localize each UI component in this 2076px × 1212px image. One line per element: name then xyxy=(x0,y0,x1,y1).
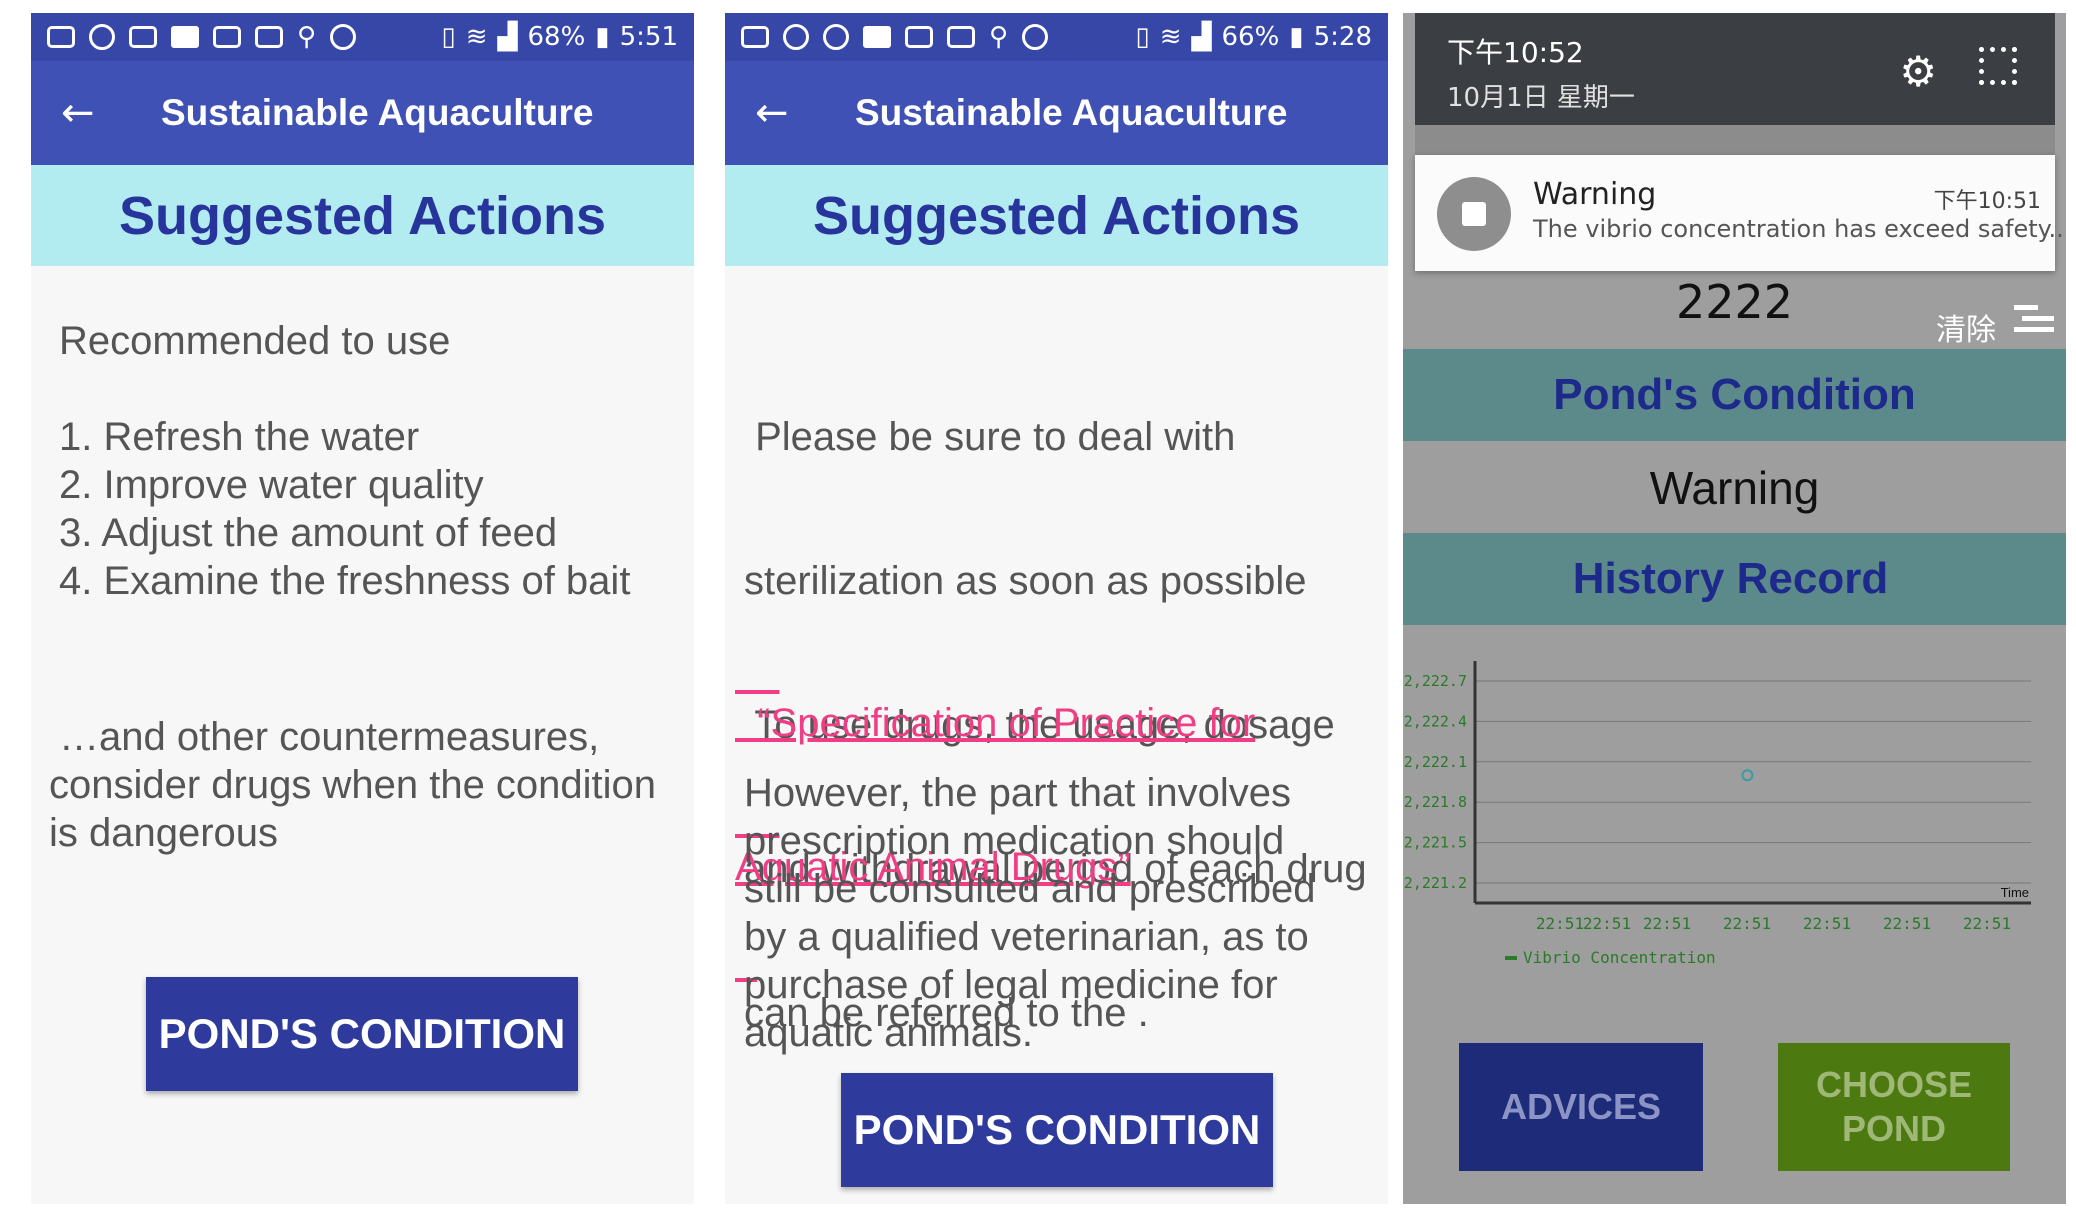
wifi-icon: ≋ xyxy=(1159,22,1182,52)
back-arrow-icon[interactable]: ← xyxy=(61,90,161,136)
list-item: 2. Improve water quality xyxy=(59,463,484,507)
chart-svg: 2,222.7 2,222.4 2,222.1 2,221.8 2,221.5 2,221… xyxy=(1404,661,2031,967)
signal-icon: ▟ xyxy=(497,22,518,52)
x-tick-label: 22:51 xyxy=(1583,914,1631,933)
choose-pond-label-line1: CHOOSE xyxy=(1815,1064,1973,1105)
code-icon xyxy=(947,26,975,48)
notification-shade-header: 下午10:52 10月1日 星期一 ⚙ xyxy=(1415,13,2055,125)
notification-time: 下午10:51 xyxy=(1933,189,2041,214)
x-tick-label: 22:51 xyxy=(1803,914,1851,933)
screen-suggested-actions-2: ⚲ ▯ ≋ ▟ 66% ▮ 5:28 ← Sustainable Aquacul… xyxy=(725,13,1388,1204)
clear-button[interactable]: 清除 xyxy=(1936,305,1996,349)
clock: 5:28 xyxy=(1313,22,1372,52)
x-axis-label: Time xyxy=(2001,885,2029,900)
app-bar: ← Sustainable Aquaculture xyxy=(725,61,1388,165)
ponds-condition-button[interactable]: POND'S CONDITION xyxy=(146,977,578,1091)
app-bar: ← Sustainable Aquaculture xyxy=(31,61,694,165)
vibrate-icon: ▯ xyxy=(1135,22,1150,52)
line-icon xyxy=(783,24,809,50)
square-icon xyxy=(171,26,199,48)
choose-pond-label-line2: POND xyxy=(1841,1108,1946,1149)
x-tick-label: 22:51 xyxy=(1963,914,2011,933)
history-chart: 2,222.7 2,222.4 2,222.1 2,221.8 2,221.5 2,221… xyxy=(1403,641,2066,1016)
battery-percent: 68% xyxy=(527,22,586,52)
clear-all-icon[interactable] xyxy=(2014,305,2054,338)
app-title: Sustainable Aquaculture xyxy=(855,92,1288,133)
section-banner: Suggested Actions xyxy=(31,165,694,266)
line-icon xyxy=(89,24,115,50)
vibrate-icon: ▯ xyxy=(441,22,456,52)
app-title: Sustainable Aquaculture xyxy=(161,92,594,133)
gear-icon[interactable]: ⚙ xyxy=(1899,47,1937,96)
battery-percent: 66% xyxy=(1221,22,1280,52)
data-point xyxy=(1741,769,1754,782)
legend-label: Vibrio Concentration xyxy=(1523,948,1716,967)
choose-pond-button[interactable]: CHOOSE POND xyxy=(1778,1043,2010,1171)
notification-title: Warning xyxy=(1533,177,1657,212)
image-icon xyxy=(129,26,157,48)
messenger-icon xyxy=(823,24,849,50)
chat-icon xyxy=(741,26,769,48)
x-tick-label: 22:51 xyxy=(1883,914,1931,933)
stop-icon xyxy=(1437,177,1511,251)
ponds-condition-button[interactable]: POND'S CONDITION xyxy=(841,1073,1273,1187)
code-icon xyxy=(213,26,241,48)
x-tick-label: 22:51 xyxy=(1536,914,1584,933)
history-record-header: History Record xyxy=(1403,533,2066,625)
usb-icon: ⚲ xyxy=(297,22,317,52)
wifi-icon: ≋ xyxy=(465,22,488,52)
warning-notification[interactable]: Warning 下午10:51 The vibrio concentration… xyxy=(1415,155,2064,271)
legend-swatch xyxy=(1505,956,1517,960)
y-tick-label: 2,222.1 xyxy=(1404,753,1467,771)
outro-text: …and other countermeasures, consider dru… xyxy=(49,715,657,855)
chrome-icon xyxy=(330,24,357,50)
screen-suggested-actions-1: ⚲ ▯ ≋ ▟ 68% ▮ 5:51 ← Sustainable Aquacul… xyxy=(31,13,694,1204)
square-icon xyxy=(863,26,891,48)
status-bar: ⚲ ▯ ≋ ▟ 68% ▮ 5:51 xyxy=(31,13,694,61)
clock: 5:51 xyxy=(619,22,678,52)
x-tick-label: 22:51 xyxy=(1643,914,1691,933)
chrome-icon xyxy=(1022,24,1049,50)
veterinarian-text: However, the part that involves prescrip… xyxy=(744,771,1316,1055)
y-tick-label: 2,221.5 xyxy=(1404,834,1467,852)
code-icon xyxy=(255,26,283,48)
chat-icon xyxy=(47,26,75,48)
list-item: 1. Refresh the water xyxy=(59,415,420,459)
status-bar: ⚲ ▯ ≋ ▟ 66% ▮ 5:28 xyxy=(725,13,1388,61)
intro-line: Recommended to use xyxy=(59,319,451,363)
list-item: 4. Examine the freshness of bait xyxy=(59,559,631,603)
quick-settings-icon[interactable] xyxy=(1979,47,2017,85)
y-tick-label: 2,221.2 xyxy=(1404,874,1467,892)
shade-gap xyxy=(1415,125,2055,155)
y-tick-label: 2,222.7 xyxy=(1404,672,1467,690)
back-arrow-icon[interactable]: ← xyxy=(755,90,855,136)
battery-icon: ▮ xyxy=(595,22,610,52)
section-banner: Suggested Actions xyxy=(725,165,1388,266)
notification-message: The vibrio concentration has exceed safe… xyxy=(1533,215,2064,243)
x-tick-label: 22:51 xyxy=(1723,914,1771,933)
condition-status: Warning xyxy=(1649,462,1820,514)
y-tick-label: 2,222.4 xyxy=(1404,712,1467,730)
code-icon xyxy=(905,26,933,48)
list-item: 3. Adjust the amount of feed xyxy=(59,511,558,555)
ponds-condition-header: Pond's Condition xyxy=(1403,349,2066,441)
recommendation-text: Recommended to use 1. Refresh the water … xyxy=(59,317,630,605)
usb-icon: ⚲ xyxy=(989,22,1009,52)
advices-button[interactable]: ADVICES xyxy=(1459,1043,1703,1171)
y-tick-label: 2,221.8 xyxy=(1404,793,1467,811)
screen-pond-condition: 下午10:52 10月1日 星期一 ⚙ Warning 下午10:51 The … xyxy=(1403,13,2066,1204)
battery-icon: ▮ xyxy=(1289,22,1304,52)
signal-icon: ▟ xyxy=(1191,22,1212,52)
